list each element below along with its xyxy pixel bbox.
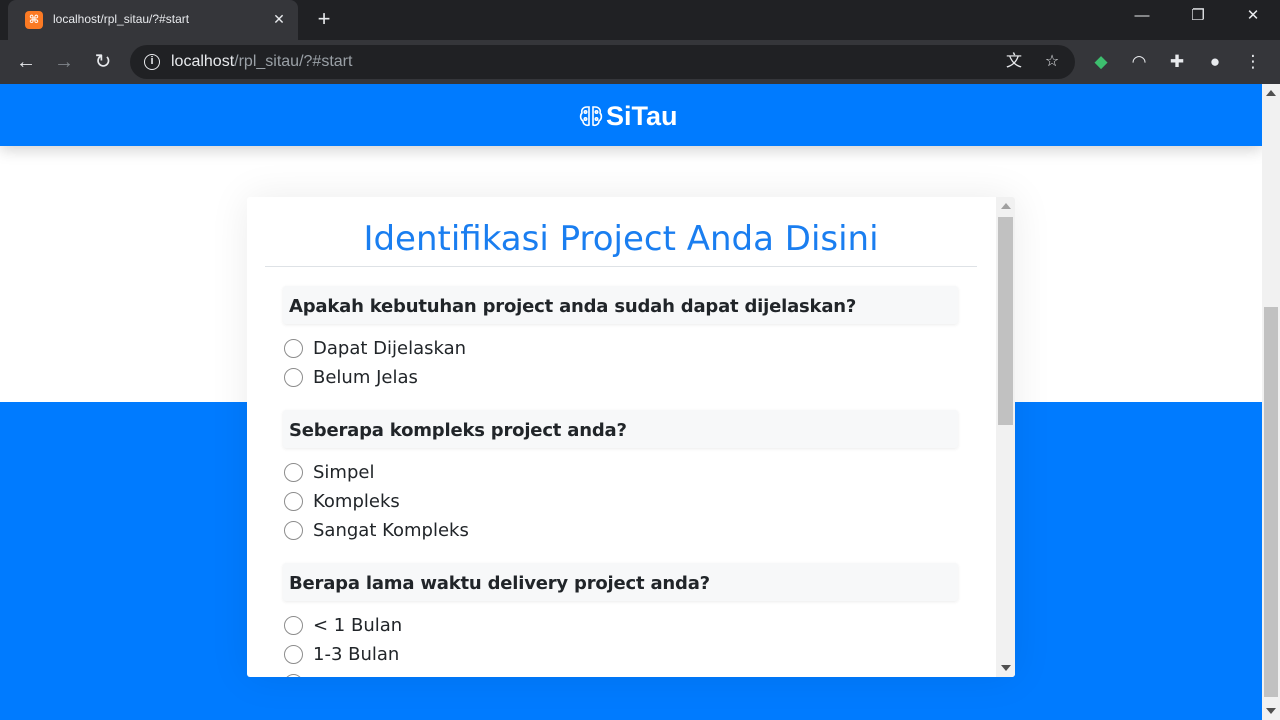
radio-option[interactable]: Dapat Dijelaskan: [284, 337, 466, 359]
option-label: Belum Jelas: [313, 366, 418, 388]
radio-button[interactable]: [284, 338, 303, 358]
extension-puzzle-color-icon[interactable]: ◆: [1089, 50, 1113, 74]
page-viewport: SiTau Identifikasi Project Anda Disini A…: [0, 84, 1262, 720]
radio-button[interactable]: [284, 367, 303, 387]
scroll-down-icon[interactable]: [1266, 708, 1276, 714]
browser-tab[interactable]: ⌘ localhost/rpl_sitau/?#start ✕: [8, 0, 298, 40]
radio-option[interactable]: Simpel: [284, 461, 374, 483]
radio-option[interactable]: Kompleks: [284, 490, 400, 512]
extensions-icon[interactable]: ✚: [1165, 50, 1189, 74]
page-scroll-thumb[interactable]: [1264, 307, 1278, 697]
radio-option[interactable]: Sangat Kompleks: [284, 519, 469, 541]
url-path: /rpl_sitau/?#start: [234, 53, 353, 70]
bookmark-star-icon[interactable]: ☆: [1042, 52, 1062, 72]
radio-option[interactable]: 1-3 Bulan: [284, 643, 399, 665]
navbar: SiTau: [0, 84, 1262, 146]
option-label: 1-3 Bulan: [313, 643, 400, 665]
scroll-up-icon[interactable]: [1266, 90, 1276, 96]
question-header: Seberapa kompleks project anda?: [283, 410, 958, 448]
page-scrollbar[interactable]: [1262, 84, 1280, 720]
question-text: Apakah kebutuhan project anda sudah dapa…: [289, 296, 857, 317]
question-header: Berapa lama waktu delivery project anda?: [283, 563, 958, 601]
title-divider: [265, 266, 977, 267]
scroll-up-icon[interactable]: [1001, 203, 1011, 209]
browser-tabstrip: ⌘ localhost/rpl_sitau/?#start ✕ + — ❐ ✕: [0, 0, 1280, 40]
forward-icon[interactable]: →: [50, 48, 78, 76]
option-label: Dapat Dijelaskan: [313, 337, 467, 359]
xampp-icon: ⌘: [25, 11, 43, 29]
radio-button[interactable]: [284, 462, 303, 482]
radio-option-partial[interactable]: [284, 672, 313, 677]
option-label: Sangat Kompleks: [313, 519, 469, 541]
radio-button[interactable]: [284, 520, 303, 540]
radio-button[interactable]: [284, 644, 303, 664]
tab-title: localhost/rpl_sitau/?#start: [53, 12, 190, 26]
profile-icon[interactable]: ●: [1203, 50, 1227, 74]
reload-icon[interactable]: ↻: [89, 48, 117, 76]
radio-button[interactable]: [284, 673, 303, 677]
menu-icon[interactable]: ⋮: [1241, 50, 1265, 74]
window-close-icon[interactable]: ✕: [1238, 4, 1268, 28]
radio-option[interactable]: Belum Jelas: [284, 366, 418, 388]
question-header: Apakah kebutuhan project anda sudah dapa…: [283, 286, 958, 324]
address-bar[interactable]: i localhost/rpl_sitau/?#start 文 ☆: [130, 45, 1075, 79]
minimize-icon[interactable]: —: [1127, 4, 1157, 28]
card-scroll-thumb[interactable]: [998, 217, 1013, 425]
new-tab-button[interactable]: +: [312, 7, 336, 31]
back-icon[interactable]: ←: [12, 48, 40, 76]
info-icon[interactable]: i: [144, 54, 160, 70]
option-label: < 1 Bulan: [313, 614, 403, 636]
question-text: Berapa lama waktu delivery project anda?: [289, 573, 710, 594]
browser-toolbar: ← → ↻ i localhost/rpl_sitau/?#start 文 ☆ …: [0, 40, 1280, 84]
option-label: Kompleks: [313, 490, 400, 512]
brand-logo[interactable]: SiTau: [578, 100, 678, 132]
url-text[interactable]: localhost/rpl_sitau/?#start: [171, 53, 352, 71]
close-tab-icon[interactable]: ✕: [270, 10, 288, 28]
card-scrollbar[interactable]: [996, 197, 1015, 677]
option-label: Simpel: [313, 461, 375, 483]
radio-button[interactable]: [284, 615, 303, 635]
questionnaire-card: Identifikasi Project Anda Disini Apakah …: [247, 197, 1015, 677]
translate-icon[interactable]: 文: [1004, 52, 1024, 72]
card-scroll-area[interactable]: Identifikasi Project Anda Disini Apakah …: [247, 197, 996, 677]
radio-button[interactable]: [284, 491, 303, 511]
restore-icon[interactable]: ❐: [1183, 4, 1213, 28]
brand-name: SiTau: [606, 100, 678, 131]
brain-circuit-icon: [579, 106, 603, 127]
radio-option[interactable]: < 1 Bulan: [284, 614, 402, 636]
scroll-down-icon[interactable]: [1001, 665, 1011, 671]
url-host: localhost: [171, 53, 235, 70]
arc-extension-icon[interactable]: ◠: [1127, 50, 1151, 74]
card-title: Identifikasi Project Anda Disini: [363, 219, 879, 259]
question-text: Seberapa kompleks project anda?: [289, 420, 627, 441]
